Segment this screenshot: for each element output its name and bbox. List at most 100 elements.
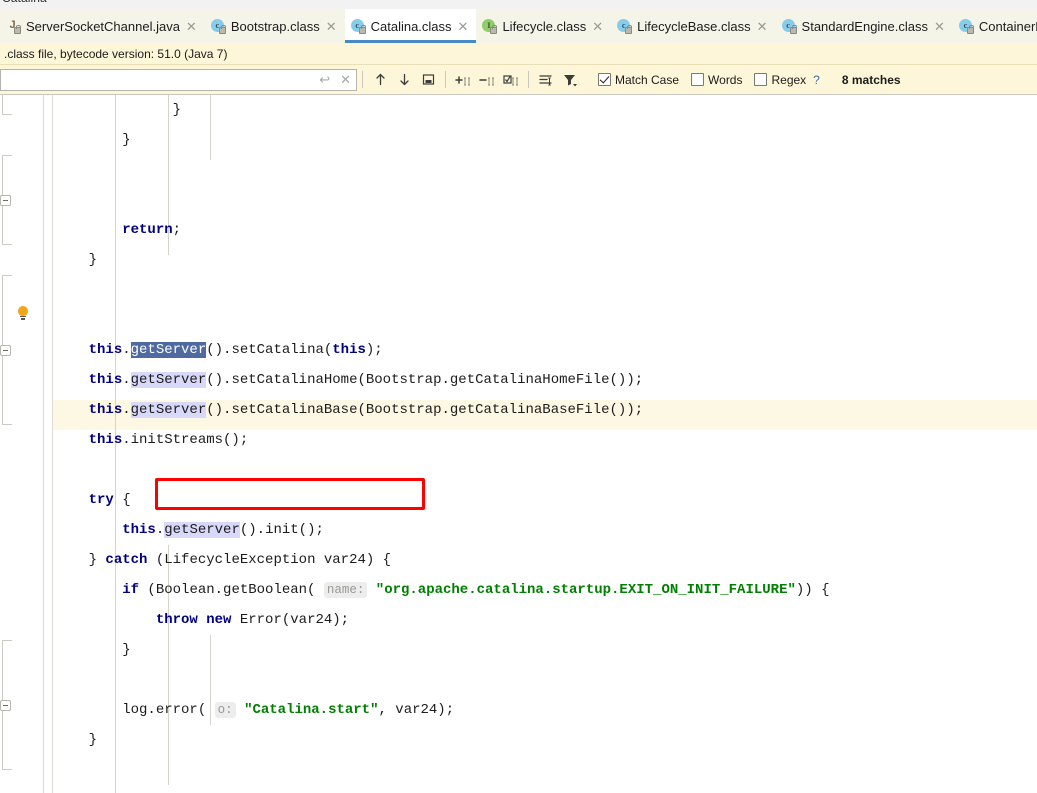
code-token: .: [122, 342, 131, 358]
code-line[interactable]: throw new Error(var24);: [53, 605, 1037, 635]
search-match: getServer: [130, 372, 207, 388]
search-match: getServer: [164, 522, 240, 538]
bytecode-version-banner: .class file, bytecode version: 51.0 (Jav…: [0, 43, 1037, 65]
code-line[interactable]: [53, 755, 1037, 785]
search-field[interactable]: ↩ ✕: [0, 68, 357, 91]
code-token: .initStreams();: [122, 432, 249, 448]
editor-tab-catalina-class[interactable]: c Catalina.class ✕: [344, 9, 477, 43]
search-match: getServer: [130, 342, 207, 358]
clear-search-icon[interactable]: ✕: [335, 72, 356, 88]
close-tab-icon[interactable]: ✕: [591, 20, 604, 33]
multiline-toggle-icon[interactable]: ↩: [314, 72, 335, 88]
code-token: Error(var24);: [231, 612, 350, 628]
fold-region-marker[interactable]: [0, 275, 12, 425]
code-token: try: [88, 492, 114, 508]
match-case-checkbox[interactable]: Match Case: [598, 73, 679, 87]
intention-bulb-icon[interactable]: [16, 306, 30, 320]
code-line[interactable]: long t2 = System.nanoTime();: [53, 785, 1037, 793]
code-token: this: [88, 372, 123, 388]
lock-icon: [358, 24, 366, 34]
help-icon[interactable]: ?: [813, 73, 820, 87]
code-line[interactable]: return;: [53, 215, 1037, 245]
regex-checkbox[interactable]: Regex: [754, 73, 806, 87]
editor-tab-label: Lifecycle.class: [502, 18, 587, 34]
regex-check-box[interactable]: [754, 73, 768, 86]
fold-collapse-icon[interactable]: [0, 195, 11, 206]
match-case-check-box[interactable]: [598, 73, 611, 86]
code-token: ().init();: [239, 522, 324, 538]
filter-button[interactable]: [558, 68, 582, 92]
words-check-box[interactable]: [691, 73, 705, 86]
code-line[interactable]: if (Boolean.getBoolean( name: "org.apach…: [53, 575, 1037, 605]
select-all-occurrences-button[interactable]: [416, 68, 440, 92]
search-input[interactable]: [1, 69, 315, 90]
code-line[interactable]: }: [53, 95, 1037, 125]
fold-region-marker[interactable]: [2, 95, 12, 115]
code-line[interactable]: this.getServer().setCatalinaHome(Bootstr…: [53, 365, 1037, 395]
code-token: this: [122, 522, 156, 538]
editor-tab-lifecycle-class[interactable]: I Lifecycle.class ✕: [476, 9, 612, 43]
regex-label: Regex: [771, 72, 807, 87]
editor-tab-label: ContainerBase.class: [978, 18, 1037, 34]
code-line[interactable]: [53, 455, 1037, 485]
fold-collapse-icon[interactable]: [0, 700, 11, 711]
code-line[interactable]: this.getServer().setCatalina(this);: [53, 335, 1037, 365]
code-line[interactable]: [53, 305, 1037, 335]
select-all-button[interactable]: [499, 68, 523, 92]
code-token: ().setCatalinaBase(Bootstrap.getCatalina…: [206, 402, 644, 418]
close-tab-icon[interactable]: ✕: [325, 20, 338, 33]
code-token: "Catalina.start": [244, 702, 379, 718]
code-line[interactable]: }: [53, 245, 1037, 275]
close-tab-icon[interactable]: ✕: [933, 20, 946, 33]
code-token: }: [55, 732, 98, 748]
breadcrumb-label: Catalina: [2, 0, 47, 5]
java-file-icon: J: [6, 19, 21, 34]
code-line[interactable]: this.initStreams();: [53, 425, 1037, 455]
code-line[interactable]: [53, 155, 1037, 185]
code-line[interactable]: } catch (LifecycleException var24) {: [53, 545, 1037, 575]
editor-tab-lifecyclebase-class[interactable]: c LifecycleBase.class ✕: [611, 9, 776, 43]
editor-tab-label: Bootstrap.class: [230, 18, 320, 34]
remove-occurrence-button[interactable]: [475, 68, 499, 92]
code-line[interactable]: [53, 665, 1037, 695]
close-tab-icon[interactable]: ✕: [756, 20, 769, 33]
code-line[interactable]: }: [53, 635, 1037, 665]
code-editor[interactable]: } } return; } this.getServer().setCatali…: [0, 95, 1037, 793]
editor-tab-standardengine-class[interactable]: c StandardEngine.class ✕: [775, 9, 953, 43]
search-match: getServer: [130, 402, 207, 418]
editor-tab-serversocketchannel-java[interactable]: J ServerSocketChannel.java ✕: [0, 9, 205, 43]
class-file-icon: c: [958, 18, 974, 34]
fold-region-marker[interactable]: [0, 155, 12, 245]
code-line[interactable]: [53, 275, 1037, 305]
fold-region-marker[interactable]: [0, 640, 12, 770]
fold-collapse-icon[interactable]: [0, 345, 11, 356]
close-tab-icon[interactable]: ✕: [185, 20, 198, 33]
code-line[interactable]: this.getServer().init();: [53, 515, 1037, 545]
code-line[interactable]: }: [53, 125, 1037, 155]
code-content[interactable]: } } return; } this.getServer().setCatali…: [53, 95, 1037, 793]
previous-occurrence-button[interactable]: [368, 68, 392, 92]
code-line[interactable]: [53, 185, 1037, 215]
code-token: {: [113, 492, 131, 508]
editor-tab-bootstrap-class[interactable]: c Bootstrap.class ✕: [204, 9, 345, 43]
next-occurrence-button[interactable]: [392, 68, 416, 92]
code-line[interactable]: }: [53, 725, 1037, 755]
code-token: "org.apache.catalina.startup.EXIT_ON_INI…: [375, 582, 796, 598]
lock-icon: [789, 24, 797, 34]
code-line[interactable]: this.getServer().setCatalinaBase(Bootstr…: [53, 395, 1037, 425]
in-selection-button[interactable]: [534, 68, 558, 92]
close-tab-icon[interactable]: ✕: [457, 20, 470, 33]
editor-tab-containerbase-class[interactable]: cContainerBase.class✕: [952, 9, 1037, 43]
find-toolbar: ↩ ✕ Match Case Words Regex ? 8 matches: [0, 65, 1037, 95]
code-line[interactable]: log.error( o: "Catalina.start", var24);: [53, 695, 1037, 725]
add-occurrence-button[interactable]: [451, 68, 475, 92]
code-line[interactable]: try {: [53, 485, 1037, 515]
editor-gutter[interactable]: [0, 95, 44, 793]
code-token: )) {: [795, 582, 830, 598]
words-checkbox[interactable]: Words: [691, 73, 742, 87]
